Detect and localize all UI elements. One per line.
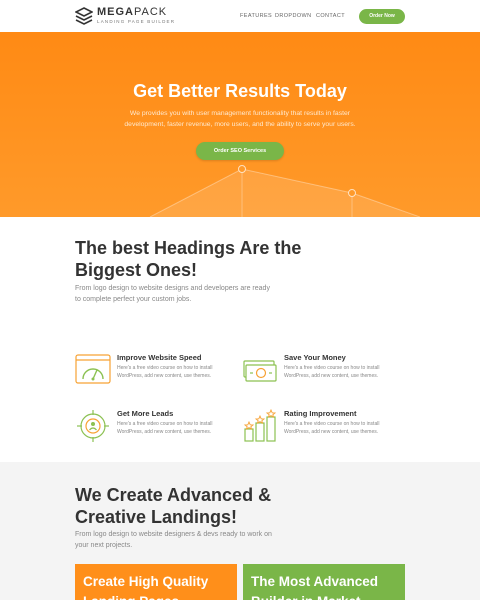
feature-save-money: Save Your Money Here's a free video cour… [242, 353, 412, 393]
feature-title: Get More Leads [117, 409, 174, 418]
speedometer-icon [75, 354, 111, 384]
card-title: Create High Quality Landing Pages [83, 574, 209, 600]
headings-description: From logo design to website designs and … [75, 285, 270, 303]
order-seo-services-button[interactable]: Order SEO Services [196, 142, 284, 160]
order-now-button[interactable]: Order Now [359, 9, 405, 24]
money-icon [243, 360, 277, 382]
site-header: MEGAPACK LANDING PAGE BUILDER FEATURES D… [0, 0, 480, 32]
target-leads-icon [77, 410, 109, 442]
card-high-quality[interactable]: Create High Quality Landing Pages [75, 564, 237, 600]
nav-item-contact[interactable]: CONTACT [316, 13, 345, 19]
headings-title: The best Headings Are the Biggest Ones! [75, 238, 302, 280]
feature-improve-speed: Improve Website Speed Here's a free vide… [75, 353, 245, 393]
feature-title: Rating Improvement [284, 409, 357, 418]
landings-title: We Create Advanced & Creative Landings! [75, 485, 272, 527]
stack-logo-icon [75, 7, 93, 25]
nav-item-dropdown[interactable]: DROPDOWN [275, 13, 312, 19]
feature-description: Here's a free video course on how to ins… [284, 365, 380, 379]
landings-description: From logo design to website designers & … [75, 531, 272, 549]
hero-title: Get Better Results Today [133, 81, 347, 101]
brand-logo[interactable]: MEGAPACK LANDING PAGE BUILDER [75, 6, 185, 26]
brand-title: MEGAPACK [97, 6, 168, 18]
nav-item-features[interactable]: FEATURES [240, 13, 272, 19]
rating-bars-icon [243, 409, 277, 442]
feature-title: Save Your Money [284, 353, 346, 362]
feature-description: Here's a free video course on how to ins… [117, 365, 213, 379]
hero-section: Get Better Results Today We provides you… [0, 32, 480, 217]
card-most-advanced[interactable]: The Most Advanced Builder in Market [243, 564, 405, 600]
card-title: The Most Advanced Builder in Market [251, 574, 379, 600]
hero-description: We provides you with user management fun… [124, 110, 356, 128]
feature-description: Here's a free video course on how to ins… [117, 421, 213, 435]
brand-subtitle: LANDING PAGE BUILDER [97, 19, 176, 24]
feature-rating-improvement: Rating Improvement Here's a free video c… [242, 409, 412, 449]
feature-title: Improve Website Speed [117, 353, 202, 362]
feature-more-leads: Get More Leads Here's a free video cours… [75, 409, 245, 449]
feature-description: Here's a free video course on how to ins… [284, 421, 380, 435]
